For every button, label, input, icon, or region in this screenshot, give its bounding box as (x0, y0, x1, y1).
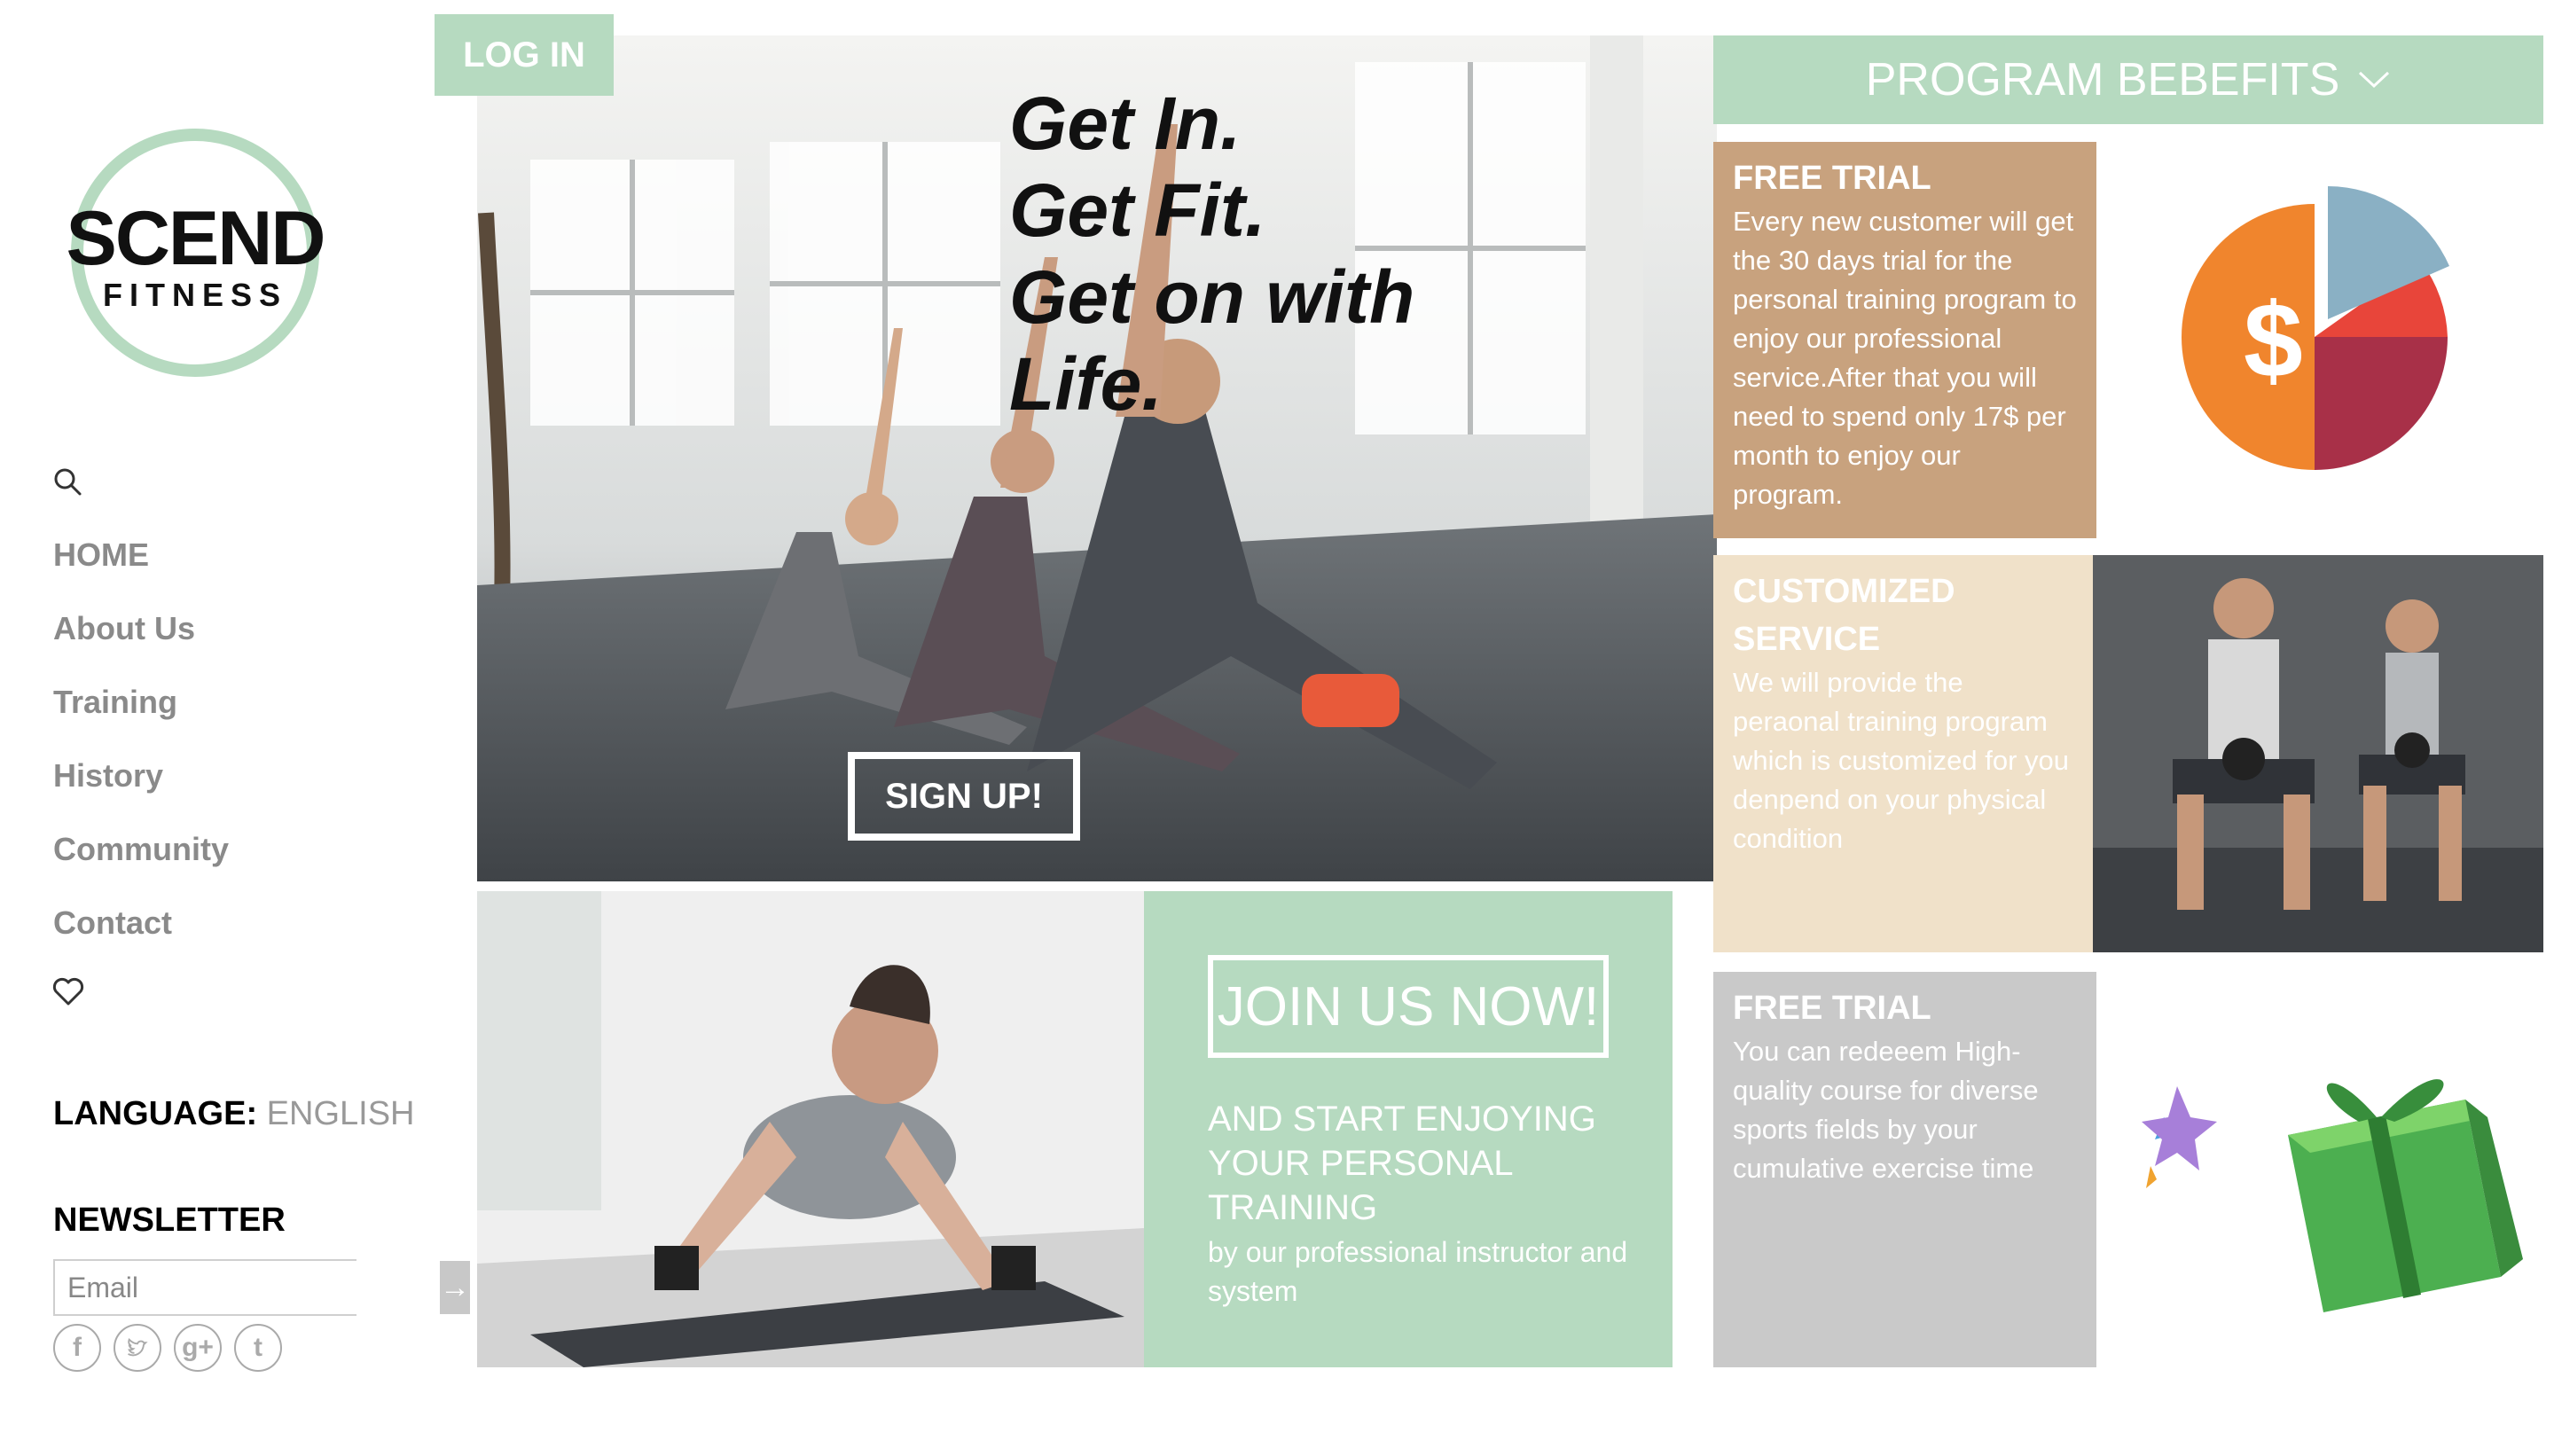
benefit-card-title: CUSTOMIZED SERVICE (1733, 573, 1955, 658)
pushup-photo (477, 891, 1144, 1367)
kettlebell-squat-photo (2093, 555, 2543, 952)
join-panel: JOIN US NOW! AND START ENJOYING YOUR PER… (1144, 891, 1673, 1367)
svg-text:FITNESS: FITNESS (103, 277, 287, 313)
hero-headline: Get In. Get Fit. Get on with Life. (1009, 80, 1414, 427)
arrow-right-icon[interactable]: → (440, 1261, 470, 1314)
hero-line-2: Get Fit. (1009, 168, 1266, 252)
join-us-button[interactable]: JOIN US NOW! (1208, 955, 1609, 1058)
social-links: f g+ t (53, 1324, 282, 1372)
benefit-card-title: FREE TRIAL (1733, 990, 1931, 1027)
benefit-card-customized-service: CUSTOMIZED SERVICE We will provide the p… (1713, 555, 2093, 952)
chevron-down-icon (2359, 71, 2390, 89)
twitter-icon[interactable] (114, 1324, 161, 1372)
benefit-card-body: We will provide the peraonal training pr… (1733, 667, 2070, 854)
dollar-pie-icon: $ (2164, 186, 2465, 488)
google-plus-icon[interactable]: g+ (174, 1324, 222, 1372)
nav-item-community[interactable]: Community (53, 826, 229, 900)
language-label: LANGUAGE: (53, 1095, 258, 1132)
nav-item-home[interactable]: HOME (53, 532, 229, 606)
benefit-card-title: FREE TRIAL (1733, 160, 1931, 197)
email-input[interactable] (55, 1261, 440, 1314)
svg-text:$: $ (2244, 281, 2303, 400)
main-nav: HOME About Us Training History Community… (53, 532, 229, 974)
benefit-card-free-trial-rewards: FREE TRIAL You can redeeem High-quality … (1713, 972, 2096, 1367)
tumblr-icon[interactable]: t (234, 1324, 282, 1372)
program-benefits-header[interactable]: PROGRAM BEBEFITS (1713, 35, 2543, 124)
language-value[interactable]: ENGLISH (267, 1095, 415, 1132)
heart-icon[interactable] (51, 975, 85, 1007)
nav-item-about-us[interactable]: About Us (53, 606, 229, 679)
program-benefits-title: PROGRAM BEBEFITS (1865, 54, 2340, 106)
hero-banner: Get In. Get Fit. Get on with Life. SIGN … (477, 35, 1717, 881)
nav-item-contact[interactable]: Contact (53, 900, 229, 974)
join-headline: AND START ENJOYING YOUR PERSONAL TRAININ… (1208, 1100, 1596, 1227)
nav-item-history[interactable]: History (53, 753, 229, 826)
newsletter-title: NEWSLETTER (53, 1202, 286, 1239)
login-button[interactable]: LOG IN (435, 14, 614, 96)
search-icon[interactable] (51, 466, 83, 497)
newsletter-form: → (53, 1259, 470, 1316)
language-selector[interactable]: LANGUAGE: ENGLISH (53, 1095, 415, 1133)
benefit-card-body: Every new customer will get the 30 days … (1733, 206, 2077, 510)
svg-text:SCEND: SCEND (66, 196, 324, 281)
facebook-icon[interactable]: f (53, 1324, 101, 1372)
sign-up-button[interactable]: SIGN UP! (848, 752, 1080, 841)
scend-fitness-logo[interactable]: SCEND FITNESS (49, 124, 341, 381)
hero-line-3: Get on with (1009, 255, 1415, 339)
benefit-card-body: You can redeeem High-quality course for … (1733, 1036, 2039, 1184)
hero-line-1: Get In. (1009, 82, 1242, 165)
hero-line-4: Life. (1009, 342, 1163, 426)
benefit-card-free-trial: FREE TRIAL Every new customer will get t… (1713, 142, 2096, 538)
gift-box-icon (2111, 1020, 2536, 1321)
join-subtext: by our professional instructor and syste… (1208, 1236, 1628, 1307)
nav-item-training[interactable]: Training (53, 679, 229, 753)
